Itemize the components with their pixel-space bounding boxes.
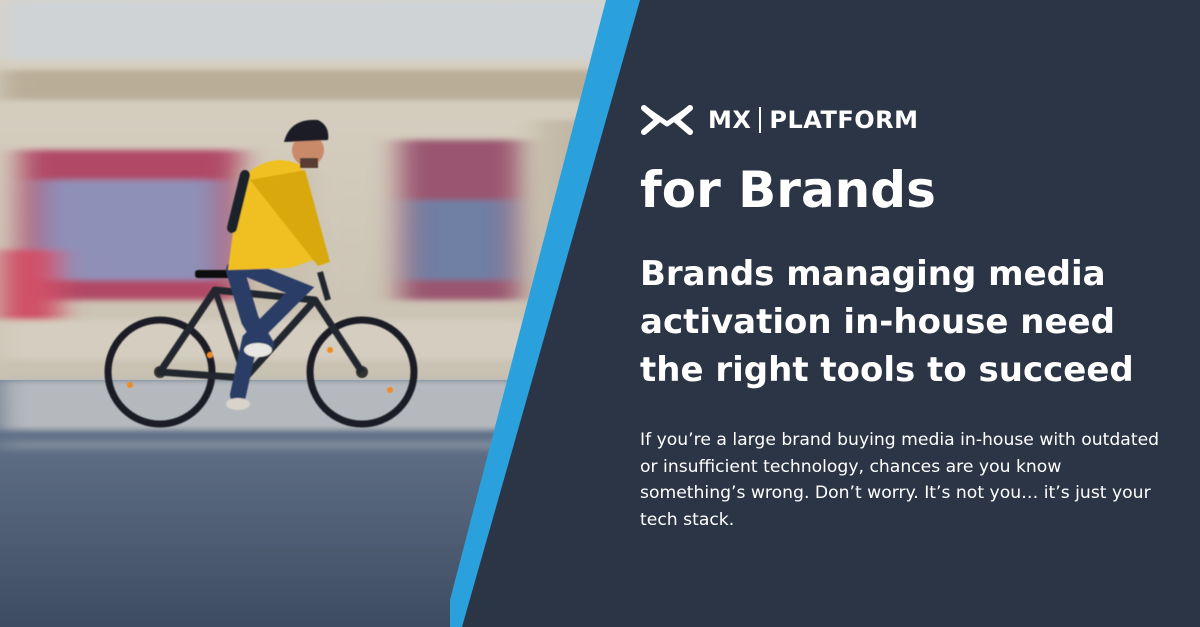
- mx-logo-icon: [641, 105, 693, 135]
- page-title: for Brands: [640, 161, 936, 219]
- brand-name-right: PLATFORM: [769, 106, 919, 134]
- headline: Brands managing media activation in-hous…: [640, 254, 1134, 390]
- brand-separator: [759, 107, 762, 133]
- brand-name-left: MX: [708, 106, 752, 134]
- brand-wordmark: MX PLATFORM: [708, 106, 919, 134]
- brand-logo: MX PLATFORM: [640, 102, 919, 138]
- body-text: If you’re a large brand buying media in-…: [640, 430, 1160, 530]
